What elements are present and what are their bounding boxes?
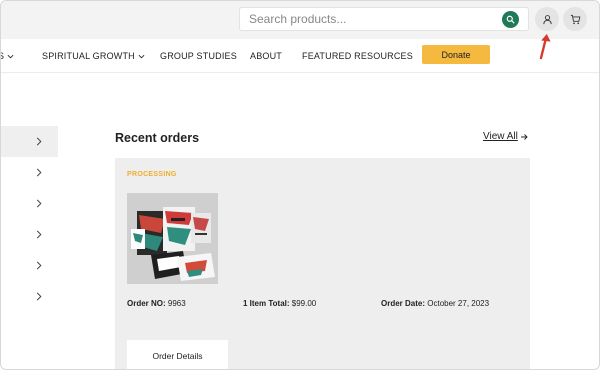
user-icon	[542, 14, 552, 24]
nav-item-label: SPIRITUAL GROWTH	[42, 51, 135, 61]
arrow-right-icon	[520, 133, 528, 140]
order-details-button[interactable]: Order Details	[127, 340, 228, 369]
order-date: Order Date: October 27, 2023	[381, 299, 489, 308]
sidebar-item[interactable]	[1, 219, 58, 250]
view-all-link[interactable]: View All	[483, 131, 528, 142]
sidebar-item[interactable]	[1, 281, 58, 312]
recent-orders-title: Recent orders	[115, 131, 200, 145]
search-icon	[506, 15, 515, 24]
nav-item-spiritual-growth[interactable]: SPIRITUAL GROWTH	[42, 51, 145, 61]
search-button[interactable]	[502, 11, 519, 28]
account-button[interactable]	[535, 7, 559, 31]
order-date-value: October 27, 2023	[427, 299, 490, 308]
account-sidebar	[1, 126, 58, 312]
cart-icon	[570, 14, 580, 24]
nav-item-label: ABOUT	[250, 51, 283, 61]
chevron-right-icon	[36, 292, 42, 301]
chevron-down-icon	[138, 54, 145, 58]
chevron-down-icon	[7, 54, 14, 58]
chevron-right-icon	[36, 137, 42, 146]
chevron-right-icon	[36, 261, 42, 270]
order-status-badge: PROCESSING	[127, 171, 177, 178]
nav-item-partial[interactable]: S	[1, 51, 14, 61]
top-bar	[1, 1, 599, 39]
nav-item-label: S	[1, 51, 4, 61]
search-input[interactable]	[240, 12, 490, 26]
order-total: 1 Item Total: $99.00	[243, 299, 316, 308]
cart-button[interactable]	[563, 7, 587, 31]
page-frame: S SPIRITUAL GROWTH GROUP STUDIES ABOUT F…	[0, 0, 600, 370]
donate-button[interactable]: Donate	[422, 45, 490, 64]
nav-item-label: GROUP STUDIES	[160, 51, 237, 61]
sidebar-item[interactable]	[1, 126, 58, 157]
order-total-value: $99.00	[291, 299, 317, 308]
nav-item-label: FEATURED RESOURCES	[302, 51, 413, 61]
order-card: PROCESSING Order NO: 9963 1 Item Total: …	[115, 158, 530, 369]
sidebar-item[interactable]	[1, 157, 58, 188]
chevron-right-icon	[36, 168, 42, 177]
order-date-label: Order Date:	[381, 299, 426, 308]
product-image-icon	[127, 193, 218, 284]
sidebar-item[interactable]	[1, 188, 58, 219]
order-total-label: 1 Item Total:	[243, 299, 290, 308]
view-all-label: View All	[483, 131, 518, 142]
product-thumbnail[interactable]	[127, 193, 218, 284]
nav-item-about[interactable]: ABOUT	[250, 51, 282, 61]
order-number-value: 9963	[167, 299, 186, 308]
nav-item-group-studies[interactable]: GROUP STUDIES	[160, 51, 237, 61]
search-box	[239, 7, 529, 31]
main-nav: S SPIRITUAL GROWTH GROUP STUDIES ABOUT F…	[1, 39, 599, 73]
chevron-right-icon	[36, 230, 42, 239]
sidebar-item[interactable]	[1, 250, 58, 281]
order-number-label: Order NO:	[127, 299, 166, 308]
order-number: Order NO: 9963	[127, 299, 186, 308]
chevron-right-icon	[36, 199, 42, 208]
nav-item-featured-resources[interactable]: FEATURED RESOURCES	[302, 51, 413, 61]
